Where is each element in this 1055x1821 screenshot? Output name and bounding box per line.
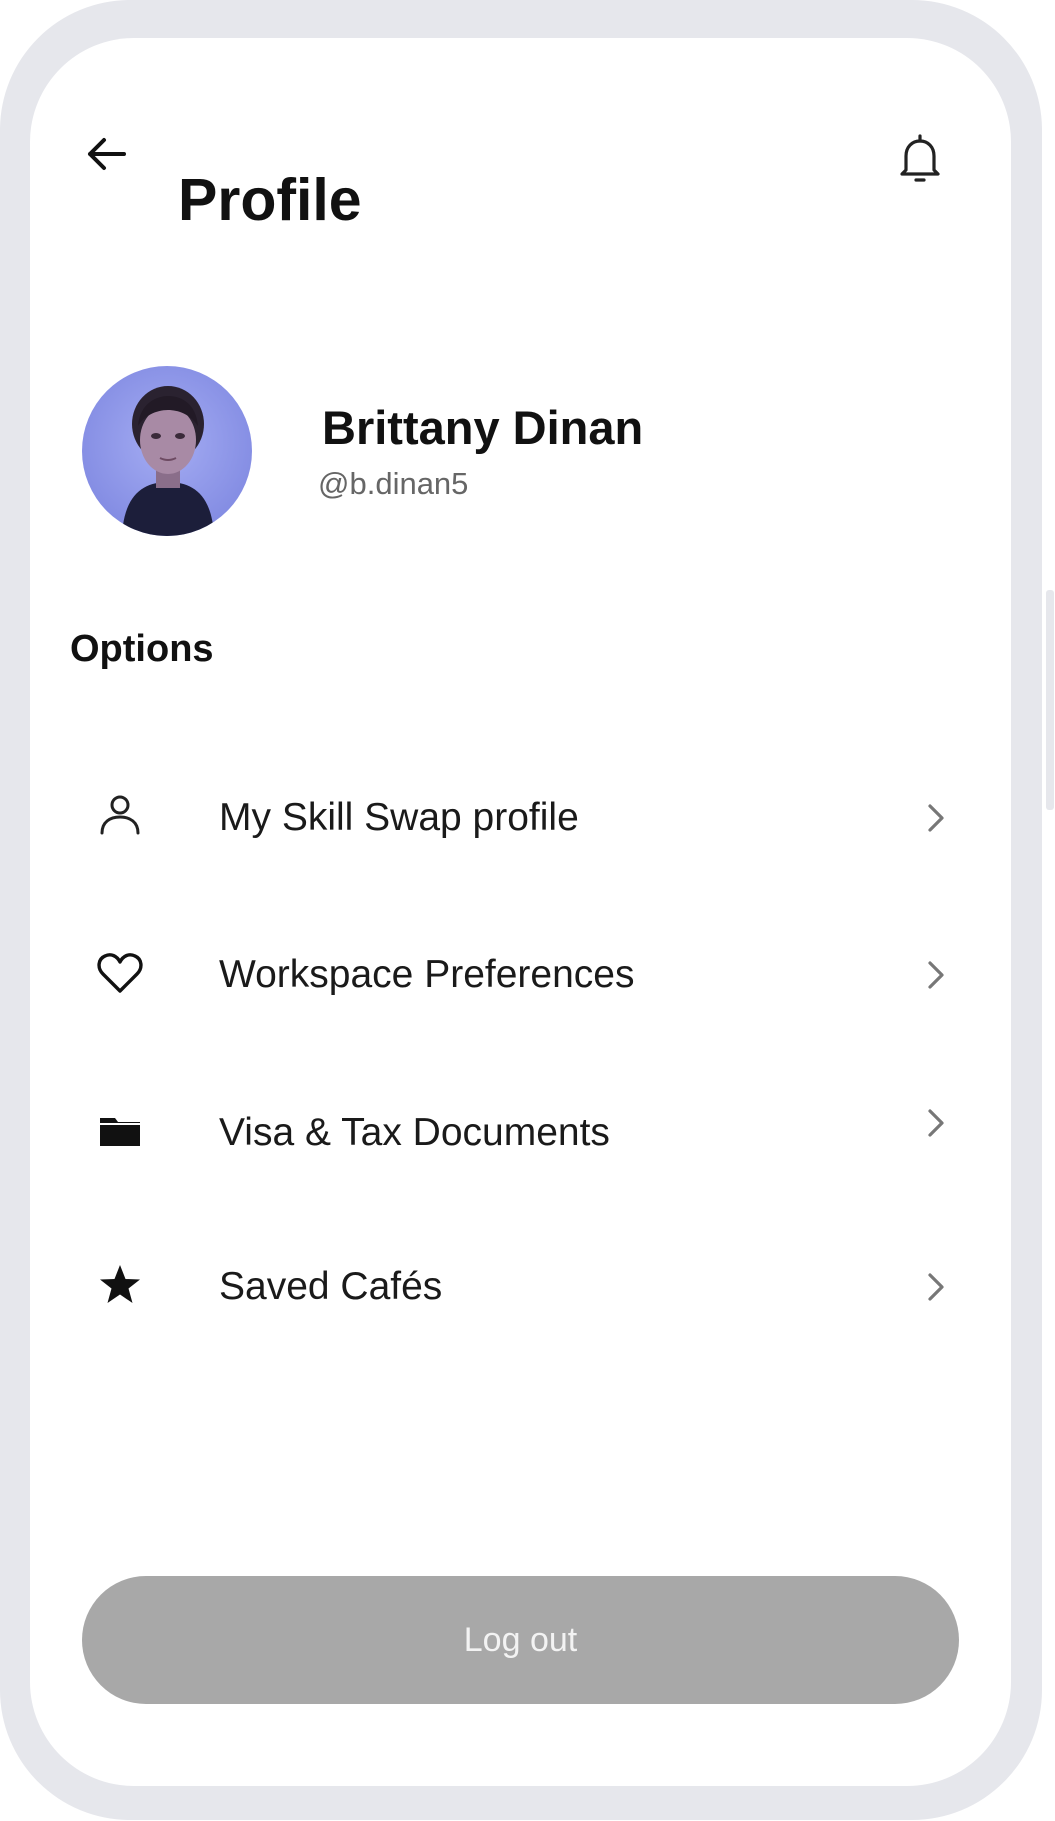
option-label: Visa & Tax Documents <box>219 1111 610 1154</box>
user-handle: @b.dinan5 <box>318 466 469 501</box>
option-label: Workspace Preferences <box>219 953 635 996</box>
option-label: Saved Cafés <box>219 1265 443 1308</box>
chevron-right-icon <box>928 804 944 832</box>
person-icon <box>100 795 140 835</box>
option-visa-tax-documents[interactable]: Visa & Tax Documents <box>30 1071 1011 1191</box>
option-label: My Skill Swap profile <box>219 796 579 839</box>
bell-icon[interactable] <box>894 130 946 186</box>
user-name: Brittany Dinan <box>322 401 644 454</box>
phone-side-button <box>1046 590 1054 810</box>
options-section-title: Options <box>70 628 214 670</box>
arrow-left-icon[interactable] <box>82 130 130 178</box>
option-workspace-preferences[interactable]: Workspace Preferences <box>30 913 1011 1033</box>
chevron-right-icon <box>928 961 944 989</box>
header: Profile <box>30 38 1011 258</box>
folder-icon <box>100 1118 140 1146</box>
chevron-right-icon <box>928 1109 944 1137</box>
option-skill-swap-profile[interactable]: My Skill Swap profile <box>30 756 1011 876</box>
logout-button[interactable]: Log out <box>82 1576 959 1704</box>
page-title: Profile <box>178 167 362 233</box>
phone-screen: Profile Brittany Dinan @b.dinan5 Options… <box>30 38 1011 1786</box>
heart-icon <box>97 953 143 993</box>
option-saved-cafes[interactable]: Saved Cafés <box>30 1225 1011 1345</box>
avatar[interactable] <box>82 366 252 536</box>
profile-summary: Brittany Dinan @b.dinan5 <box>80 328 780 536</box>
star-icon <box>100 1265 140 1303</box>
chevron-right-icon <box>928 1273 944 1301</box>
user-avatar-photo <box>82 366 252 536</box>
